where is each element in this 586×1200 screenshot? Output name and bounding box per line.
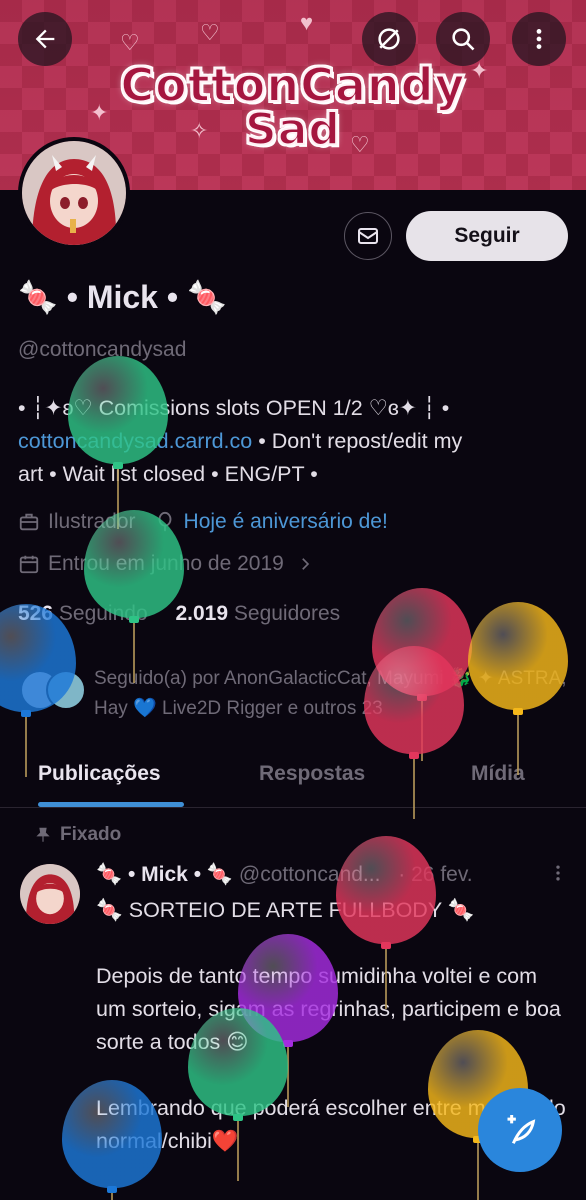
active-tab-indicator — [38, 802, 184, 807]
briefcase-icon — [19, 513, 39, 531]
balloon-body — [68, 356, 168, 464]
followers-count: 2.019 — [175, 602, 229, 625]
balloon-body — [188, 1008, 288, 1116]
followers-stat[interactable]: 2.019 Seguidores — [175, 602, 340, 625]
search-icon — [452, 28, 475, 51]
back-button[interactable] — [18, 12, 72, 66]
balloon-knot — [233, 1114, 243, 1121]
balloon-string — [111, 1193, 113, 1200]
balloon-string — [25, 717, 27, 777]
avatar-illustration — [22, 141, 126, 245]
balloon-knot — [129, 616, 139, 623]
birthday-label[interactable]: Hoje é aniversário de! — [184, 510, 388, 534]
display-name: 🍬 • Mick • 🍬 — [18, 279, 227, 315]
pinned-label: Fixado — [60, 824, 122, 845]
post-title: 🍬 SORTEIO DE ARTE FULLBODY 🍬 — [96, 898, 475, 922]
mail-icon — [358, 228, 378, 244]
balloon-body — [62, 1080, 162, 1188]
balloon-string — [413, 759, 415, 819]
bio-line-3: art • Wait list closed • ENG/PT • — [18, 462, 318, 486]
balloon-body — [84, 510, 184, 618]
balloon-knot — [107, 1186, 117, 1193]
balloon-string — [517, 715, 519, 775]
post-more-button[interactable] — [548, 862, 568, 890]
balloon-knot — [513, 708, 523, 715]
balloon-body — [364, 646, 464, 754]
more-vertical-icon — [536, 29, 542, 49]
search-button[interactable] — [436, 12, 490, 66]
follow-button[interactable]: Seguir — [406, 211, 568, 261]
compose-feather-icon — [507, 1115, 536, 1144]
post-author-name[interactable]: 🍬 • Mick • 🍬 — [96, 863, 233, 886]
chevron-right-icon — [302, 558, 310, 570]
profile-meta-row: Ilustrador Hoje é aniversário de! — [18, 510, 388, 534]
balloon-string — [385, 949, 387, 1009]
more-options-button[interactable] — [512, 12, 566, 66]
balloon-string — [287, 1047, 289, 1107]
balloon-knot — [113, 462, 123, 469]
compose-post-button[interactable] — [478, 1088, 562, 1172]
tab-respostas[interactable]: Respostas — [259, 762, 365, 786]
calendar-icon — [19, 555, 39, 574]
heart-icon: ♡ — [200, 20, 220, 45]
balloon-knot — [409, 752, 419, 759]
bow-icon: ♡ — [120, 30, 140, 55]
pinned-indicator: Fixado — [36, 824, 122, 846]
no-notifications-icon — [378, 28, 400, 50]
mute-notifications-button[interactable] — [362, 12, 416, 66]
bio-line-2-text: • Don't repost/edit my — [252, 429, 463, 453]
balloon-string — [237, 1121, 239, 1181]
balloon-string — [477, 1143, 479, 1200]
follow-stats: 526 Seguindo 2.019 Seguidores — [18, 602, 340, 626]
tab-publicacoes[interactable]: Publicações — [38, 762, 161, 786]
more-vertical-icon — [556, 865, 560, 881]
balloon-knot — [21, 710, 31, 717]
avatar-illustration — [20, 864, 80, 924]
arrow-left-icon — [35, 29, 55, 49]
balloon-body — [468, 602, 568, 710]
balloon-string — [133, 623, 135, 683]
pin-icon — [36, 827, 50, 842]
balloon-body — [336, 836, 436, 944]
balloon-knot — [381, 942, 391, 949]
profile-avatar[interactable] — [18, 137, 130, 249]
post-author-avatar[interactable] — [20, 864, 80, 924]
profile-tabs: Publicações Respostas Mídia — [0, 746, 586, 808]
followers-label: Seguidores — [233, 602, 341, 625]
heart-icon: ♥ — [300, 10, 314, 35]
message-button[interactable] — [344, 212, 392, 260]
